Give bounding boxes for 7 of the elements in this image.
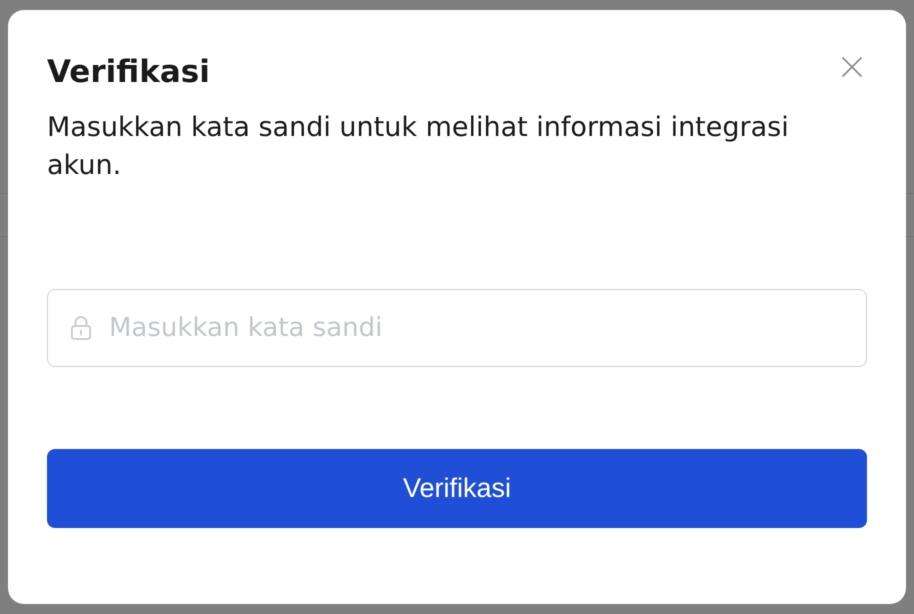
password-field[interactable]: Masukkan kata sandi: [47, 289, 867, 367]
close-icon: [842, 57, 862, 77]
verify-button[interactable]: Verifikasi: [47, 449, 867, 528]
dialog-title: Verifikasi: [47, 54, 210, 91]
dialog-message: Masukkan kata sandi untuk melihat informasi integrasi akun.: [47, 111, 790, 183]
lock-icon: [70, 316, 92, 340]
close-button[interactable]: [842, 57, 862, 77]
